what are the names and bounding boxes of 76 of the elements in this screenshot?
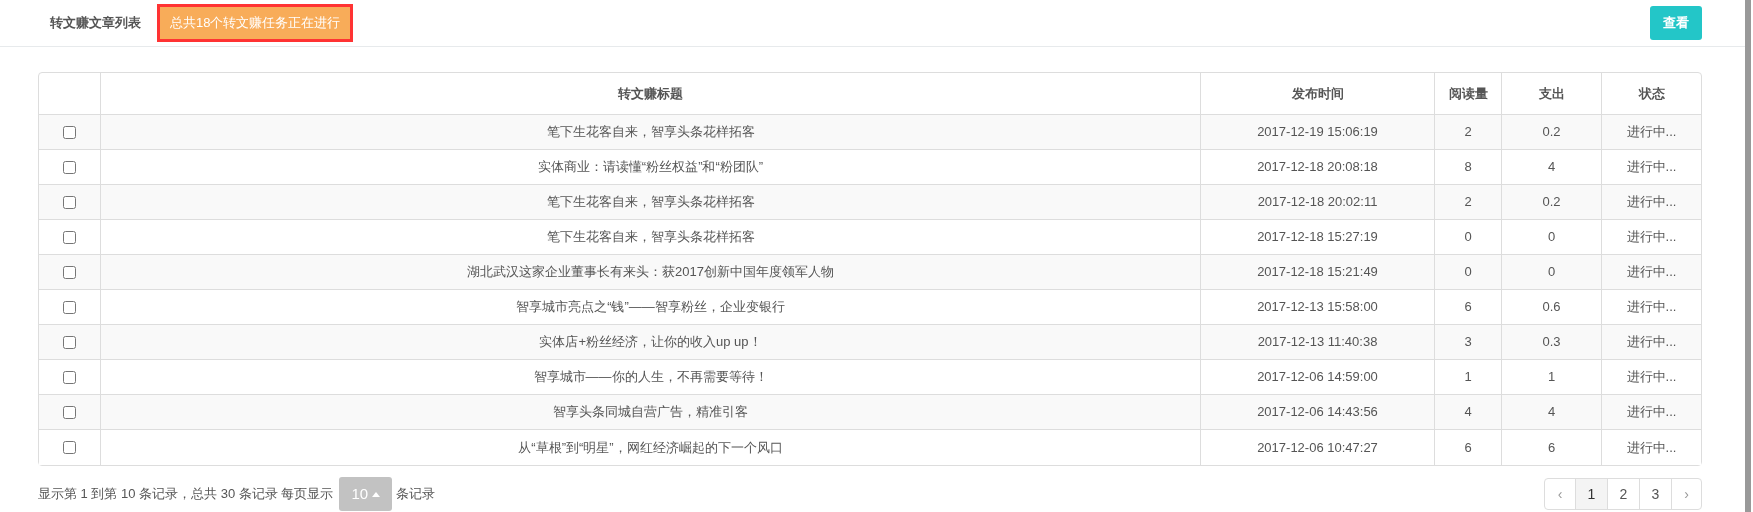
- table-cell: 8: [1434, 150, 1501, 184]
- table-cell: 从“草根”到“明星”，网红经济崛起的下一个风口: [100, 430, 1200, 465]
- table-cell: 0.6: [1501, 290, 1601, 324]
- table-cell: 笔下生花客自来，智享头条花样拓客: [100, 185, 1200, 219]
- table-cell: 4: [1501, 150, 1601, 184]
- table-cell: 0: [1501, 255, 1601, 289]
- table-cell: 湖北武汉这家企业董事长有来头：获2017创新中国年度领军人物: [100, 255, 1200, 289]
- table-cell: 2017-12-06 10:47:27: [1200, 430, 1434, 465]
- table-cell: 笔下生花客自来，智享头条花样拓客: [100, 220, 1200, 254]
- table-cell: 6: [1434, 430, 1501, 465]
- table-cell: 进行中...: [1601, 220, 1701, 254]
- table-cell: 0.3: [1501, 325, 1601, 359]
- table-cell: 进行中...: [1601, 395, 1701, 429]
- table-cell: 进行中...: [1601, 430, 1701, 465]
- table-cell: 实体商业：请读懂“粉丝权益”和“粉团队”: [100, 150, 1200, 184]
- table-cell: 4: [1501, 395, 1601, 429]
- table-cell: 1: [1434, 360, 1501, 394]
- table-cell: 进行中...: [1601, 150, 1701, 184]
- table-cell: 2017-12-13 15:58:00: [1200, 290, 1434, 324]
- table-cell: 智享头条同城自营广告，精准引客: [100, 395, 1200, 429]
- view-button[interactable]: 查看: [1650, 6, 1702, 40]
- table-cell: 智享城市亮点之“钱”——智享粉丝，企业变银行: [100, 290, 1200, 324]
- table-cell: 2017-12-06 14:59:00: [1200, 360, 1434, 394]
- table-cell: 进行中...: [1601, 290, 1701, 324]
- table-cell: 4: [1434, 395, 1501, 429]
- column-header: 转文赚标题: [100, 73, 1200, 114]
- table-cell: 0.2: [1501, 185, 1601, 219]
- table-cell: 6: [1434, 290, 1501, 324]
- table-cell: 进行中...: [1601, 325, 1701, 359]
- page-title: 转文赚文章列表: [50, 14, 141, 33]
- table-cell: 0: [1501, 220, 1601, 254]
- row-checkbox[interactable]: [63, 125, 76, 139]
- table-cell: 1: [1501, 360, 1601, 394]
- table-cell: 2: [1434, 115, 1501, 149]
- table-cell: 进行中...: [1601, 115, 1701, 149]
- row-checkbox[interactable]: [63, 335, 76, 349]
- row-checkbox[interactable]: [63, 405, 76, 419]
- notice-badge: 总共18个转文赚任务正在进行: [157, 4, 354, 42]
- table-cell: 3: [1434, 325, 1501, 359]
- row-checkbox[interactable]: [63, 230, 76, 244]
- table-cell: 6: [1501, 430, 1601, 465]
- table-cell: 进行中...: [1601, 255, 1701, 289]
- table-cell: 2017-12-19 15:06:19: [1200, 115, 1434, 149]
- table-cell: 0: [1434, 220, 1501, 254]
- table-cell: 2017-12-18 15:21:49: [1200, 255, 1434, 289]
- table-cell: 智享城市——你的人生，不再需要等待！: [100, 360, 1200, 394]
- table-cell: 2: [1434, 185, 1501, 219]
- table-cell: 0: [1434, 255, 1501, 289]
- table-cell: 2017-12-18 20:08:18: [1200, 150, 1434, 184]
- previous-page-button[interactable]: ‹: [1545, 479, 1575, 509]
- page-button[interactable]: 1: [1575, 479, 1607, 509]
- record-summary: 显示第 1 到第 10 条记录，总共 30 条记录 每页显示: [38, 485, 334, 504]
- table-cell: 笔下生花客自来，智享头条花样拓客: [100, 115, 1200, 149]
- table-cell: 2017-12-18 20:02:11: [1200, 185, 1434, 219]
- records-label: 条记录: [396, 485, 436, 504]
- table-cell: 进行中...: [1601, 185, 1701, 219]
- next-page-button[interactable]: ›: [1671, 479, 1701, 509]
- column-header: 状态: [1601, 73, 1701, 114]
- row-checkbox[interactable]: [63, 300, 76, 314]
- row-checkbox[interactable]: [63, 195, 76, 209]
- caret-icon: [372, 491, 381, 497]
- column-header: 阅读量: [1434, 73, 1501, 114]
- scrollbar[interactable]: [1745, 0, 1751, 512]
- table-cell: 实体店+粉丝经济，让你的收入up up！: [100, 325, 1200, 359]
- table-cell: 0.2: [1501, 115, 1601, 149]
- row-checkbox[interactable]: [63, 441, 76, 454]
- row-checkbox[interactable]: [63, 265, 76, 279]
- page-size-dropdown[interactable]: 10: [339, 477, 393, 511]
- table-cell: 2017-12-13 11:40:38: [1200, 325, 1434, 359]
- column-header: 发布时间: [1200, 73, 1434, 114]
- table-cell: 2017-12-18 15:27:19: [1200, 220, 1434, 254]
- row-checkbox[interactable]: [63, 370, 76, 384]
- table-cell: 2017-12-06 14:43:56: [1200, 395, 1434, 429]
- column-header: 支出: [1501, 73, 1601, 114]
- row-checkbox[interactable]: [63, 160, 76, 174]
- table-cell: 进行中...: [1601, 360, 1701, 394]
